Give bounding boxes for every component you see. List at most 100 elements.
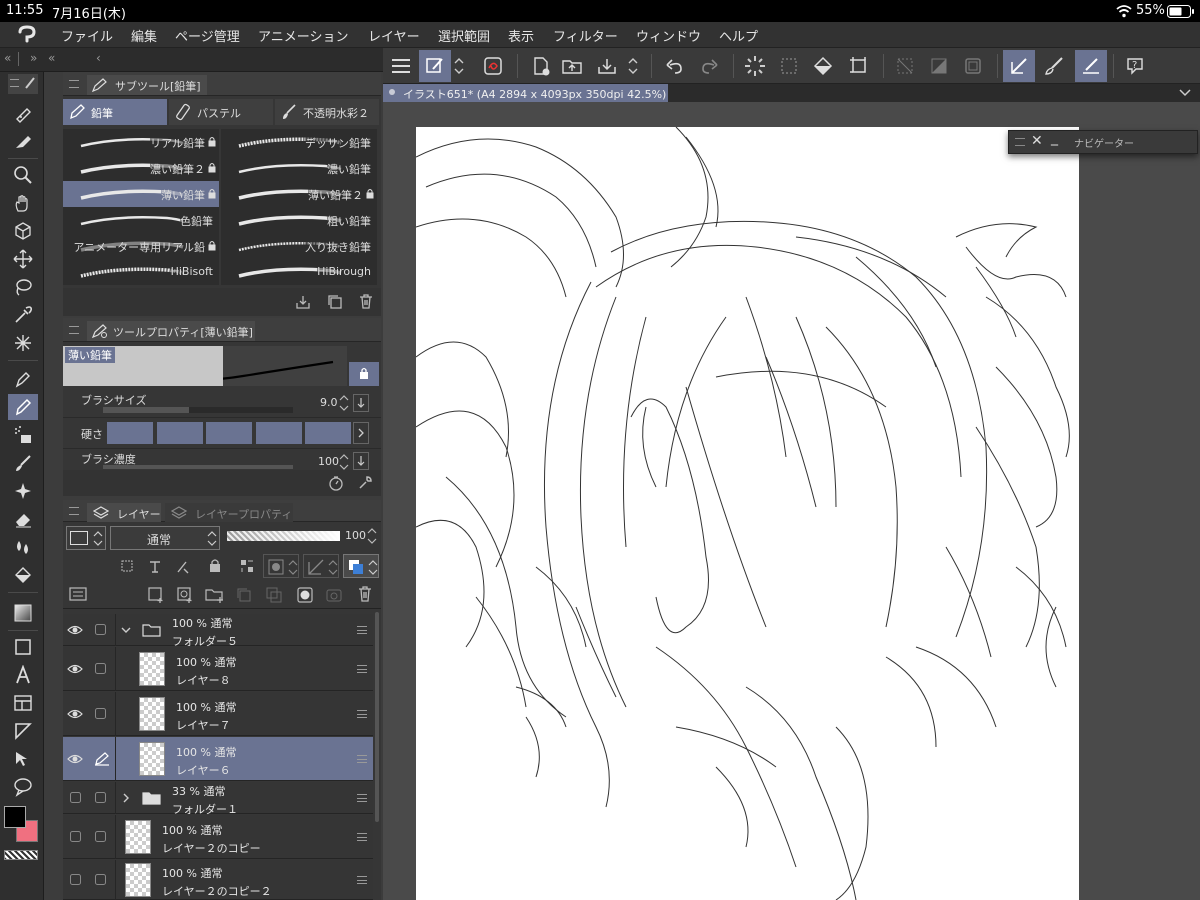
transparent-color-swatch[interactable] [4, 850, 38, 860]
new-folder-icon[interactable] [205, 586, 225, 604]
eyedropper-tool-icon[interactable] [8, 302, 38, 328]
hardness-step-5[interactable] [305, 422, 351, 444]
select-all-icon[interactable] [773, 50, 805, 82]
download-icon[interactable] [295, 294, 311, 310]
zoom-tool-icon[interactable] [8, 162, 38, 188]
density-stepper[interactable] [339, 451, 349, 471]
subtool-tab-pencil[interactable]: 鉛筆 [63, 99, 167, 125]
merge-layer-icon[interactable] [265, 586, 283, 604]
fill-bucket-icon[interactable] [807, 50, 839, 82]
menu-page[interactable]: ページ管理 [175, 26, 240, 45]
brush-item[interactable]: 薄い鉛筆２ [221, 181, 377, 207]
brush-icon[interactable] [1039, 50, 1071, 82]
frame-tool-icon[interactable] [8, 690, 38, 716]
brush-item[interactable]: 粗い鉛筆 [221, 207, 377, 233]
tab-layer-property[interactable]: レイヤープロパティ [165, 503, 293, 522]
chevron-down-icon[interactable] [120, 624, 132, 636]
drag-handle-icon[interactable] [357, 755, 367, 763]
document-tab[interactable]: イラスト651* (A4 2894 x 4093px 350dpi 42.5%) [383, 84, 668, 102]
ruler-visibility-toggle[interactable] [303, 554, 339, 578]
brush-item[interactable]: 濃い鉛筆２ [63, 155, 219, 181]
menu-file[interactable]: ファイル [61, 26, 113, 45]
redo-icon[interactable] [693, 50, 725, 82]
app-logo-icon[interactable] [16, 25, 38, 45]
decoration-tool-icon[interactable] [8, 478, 38, 504]
layer-panel-menu-icon[interactable] [69, 586, 87, 602]
menu-view[interactable]: 表示 [508, 26, 534, 45]
brush-item[interactable]: リアル鉛筆 [63, 129, 219, 155]
deselect-icon[interactable] [889, 50, 921, 82]
opacity-slider[interactable] [227, 531, 340, 541]
drag-handle-icon[interactable] [69, 80, 79, 88]
edit-checkbox[interactable] [94, 791, 108, 805]
gradient-tool-icon[interactable] [8, 600, 38, 626]
back-chevron-icon[interactable]: ‹ [96, 51, 101, 65]
layer-folder-row[interactable]: 33 % 通常 フォルダー１ [63, 782, 373, 816]
eye-icon[interactable] [67, 662, 83, 676]
layer-list-scrollbar[interactable] [375, 612, 379, 822]
object-select-tool-icon[interactable] [8, 746, 38, 772]
undo-icon[interactable] [659, 50, 691, 82]
brush-item[interactable]: アニメーター専用リアル鉛 [63, 233, 219, 259]
brush-size-slider[interactable] [103, 407, 293, 413]
brush-tool-icon[interactable] [8, 450, 38, 476]
chevron-down-icon[interactable] [1178, 86, 1192, 98]
lock-transparency-icon[interactable] [239, 558, 255, 574]
edit-pencil-icon[interactable] [419, 50, 451, 82]
close-icon[interactable]: ✕ [1031, 133, 1043, 149]
visibility-checkbox[interactable] [69, 873, 83, 887]
delete-layer-icon[interactable] [357, 585, 373, 603]
tool-property-title-tab[interactable]: ツールプロパティ[薄い鉛筆] [87, 321, 255, 341]
copy-layer-icon[interactable] [235, 586, 253, 604]
subtool-title-tab[interactable]: サブツール[鉛筆] [87, 75, 207, 95]
subtool-tab-pastel[interactable]: パステル [169, 99, 273, 125]
drag-handle-icon[interactable] [10, 79, 19, 87]
chevron-right-icon[interactable] [120, 792, 132, 804]
opacity-stepper[interactable] [367, 525, 377, 547]
layer-mask-icon[interactable] [296, 586, 314, 604]
wrench-icon[interactable] [357, 475, 373, 491]
density-slider[interactable] [103, 465, 293, 469]
blend-tool-icon[interactable] [8, 534, 38, 560]
edit-checkbox[interactable] [94, 623, 108, 637]
blend-mode-select[interactable]: 通常 [110, 526, 220, 550]
lock-layer-icon[interactable] [209, 558, 221, 573]
menu-help[interactable]: ヘルプ [719, 26, 758, 45]
drag-handle-icon[interactable] [357, 833, 367, 841]
loading-icon[interactable] [739, 50, 771, 82]
layer-row[interactable]: 100 % 通常 レイヤー２のコピー２ [63, 860, 373, 900]
new-raster-layer-icon[interactable] [147, 586, 165, 604]
lock-button[interactable] [349, 362, 379, 386]
pen-stabilizer-icon[interactable] [1075, 50, 1107, 82]
text-tool-icon[interactable] [8, 662, 38, 688]
brush-item[interactable]: HiBisoft [63, 259, 219, 285]
menu-layer[interactable]: レイヤー [368, 26, 420, 45]
density-dropdown[interactable] [353, 452, 369, 470]
editing-pen-icon[interactable] [94, 752, 110, 766]
edit-checkbox[interactable] [94, 830, 108, 844]
ruler-tool-icon[interactable] [8, 718, 38, 744]
stepper-icon[interactable] [451, 50, 467, 82]
menu-window[interactable]: ウィンドウ [636, 26, 701, 45]
marker-tool-icon[interactable] [8, 128, 38, 154]
reference-layer-icon[interactable] [147, 558, 163, 574]
edit-checkbox[interactable] [94, 707, 108, 721]
brush-size-stepper[interactable] [339, 392, 349, 414]
help-icon[interactable]: ? [1119, 50, 1151, 82]
menu-edit[interactable]: 編集 [131, 26, 157, 45]
fill-tool-icon[interactable] [8, 562, 38, 588]
drag-handle-icon[interactable] [357, 794, 367, 802]
edit-checkbox[interactable] [94, 662, 108, 676]
layer-folder-row[interactable]: 100 % 通常 フォルダー５ [63, 614, 373, 648]
main-color-swatch[interactable] [4, 806, 26, 828]
tab-layer[interactable]: レイヤー [87, 503, 161, 522]
brush-item[interactable]: 入り抜き鉛筆 [221, 233, 377, 259]
shape-tool-icon[interactable] [8, 634, 38, 660]
new-vector-layer-icon[interactable] [176, 586, 194, 604]
drawing-canvas[interactable] [416, 127, 1079, 900]
subtool-tab-watercolor[interactable]: 不透明水彩２ [275, 99, 379, 125]
edit-checkbox[interactable] [94, 873, 108, 887]
menu-selection[interactable]: 選択範囲 [438, 26, 490, 45]
drag-handle-icon[interactable] [357, 710, 367, 718]
clip-layer-icon[interactable] [119, 558, 135, 574]
